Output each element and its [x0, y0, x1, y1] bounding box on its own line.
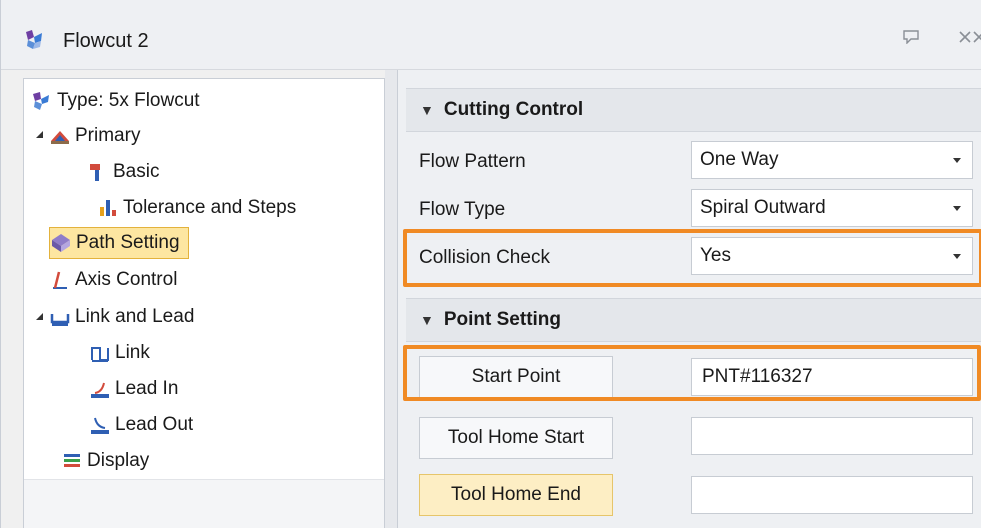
collision-check-highlight [403, 229, 981, 287]
tree-item-label: Path Setting [76, 232, 180, 253]
start-point-highlight [403, 345, 981, 401]
tree-item-label: Link [115, 342, 150, 363]
flowcut-dialog: Flowcut 2 Type: 5x Flowcut Primary Basic… [0, 0, 981, 528]
tree-item-label: Display [87, 450, 150, 471]
tree-item-label: Primary [75, 125, 141, 146]
tree-item-label: Basic [113, 161, 160, 182]
tool-home-end-field[interactable] [691, 476, 973, 514]
flowcut-app-icon [26, 30, 42, 49]
tree-item-tolerance-and-steps[interactable]: Tolerance and Steps [97, 193, 296, 223]
lead-in-icon [91, 382, 109, 398]
link-icon [91, 347, 109, 362]
collapse-triangle-icon: ▼ [420, 102, 434, 118]
tree-item-label: Tolerance and Steps [123, 197, 297, 218]
tree-item-path-setting[interactable]: Path Setting [49, 227, 189, 259]
tree-item-lead-out[interactable]: Lead Out [89, 410, 193, 440]
title-bar: Flowcut 2 [1, 0, 981, 70]
tree-item-link[interactable]: Link [89, 338, 150, 368]
chevron-down-icon [953, 206, 961, 211]
flow-pattern-select[interactable]: One Way [691, 141, 973, 179]
collapse-icon[interactable] [33, 128, 45, 140]
primary-icon [51, 131, 69, 144]
tree-item-link-and-lead[interactable]: Link and Lead [49, 302, 194, 332]
tree-item-primary[interactable]: Primary [49, 121, 140, 151]
tree-footer [24, 479, 384, 528]
section-header-cutting-control[interactable]: ▼ Cutting Control [406, 88, 981, 132]
properties-panel: ▼ Cutting Control ▼ Point Setting [398, 70, 981, 528]
flow-type-label: Flow Type [419, 199, 506, 220]
tree-item-label: Link and Lead [75, 306, 195, 327]
flowcut-type-icon [33, 92, 49, 110]
link-lead-icon [50, 314, 70, 326]
tree-item-axis-control[interactable]: Axis Control [49, 265, 177, 295]
tree-item-label: Lead In [115, 378, 179, 399]
tree-type-row[interactable]: Type: 5x Flowcut [31, 86, 200, 116]
section-title: Point Setting [443, 309, 562, 330]
axis-control-icon [53, 271, 67, 289]
tree-item-label: Lead Out [115, 414, 194, 435]
flow-pattern-label: Flow Pattern [419, 151, 526, 172]
tool-home-end-button[interactable]: Tool Home End [419, 474, 613, 516]
tree-item-label: Axis Control [75, 269, 178, 290]
path-setting-icon [52, 234, 70, 252]
select-value: Spiral Outward [700, 197, 826, 218]
basic-icon [90, 164, 100, 181]
tree-item-basic[interactable]: Basic [87, 157, 159, 187]
lead-out-icon [91, 417, 109, 434]
section-title: Cutting Control [443, 99, 584, 120]
flow-type-select[interactable]: Spiral Outward [691, 189, 973, 227]
close-icon[interactable] [956, 28, 981, 48]
section-header-point-setting[interactable]: ▼ Point Setting [406, 298, 981, 342]
tree-item-lead-in[interactable]: Lead In [89, 374, 178, 404]
tree-item-display[interactable]: Display [61, 446, 149, 476]
tool-home-start-field[interactable] [691, 417, 973, 455]
comment-icon[interactable] [903, 30, 919, 44]
display-icon [64, 454, 80, 467]
tolerance-icon [100, 200, 116, 216]
dialog-title: Flowcut 2 [63, 30, 149, 52]
collapse-triangle-icon: ▼ [420, 312, 434, 328]
select-value: One Way [700, 149, 779, 170]
panel-splitter[interactable] [385, 70, 398, 528]
collapse-icon[interactable] [33, 310, 45, 322]
chevron-down-icon [953, 158, 961, 163]
tree-type-label: Type: 5x Flowcut [57, 90, 200, 111]
tool-home-start-button[interactable]: Tool Home Start [419, 417, 613, 459]
